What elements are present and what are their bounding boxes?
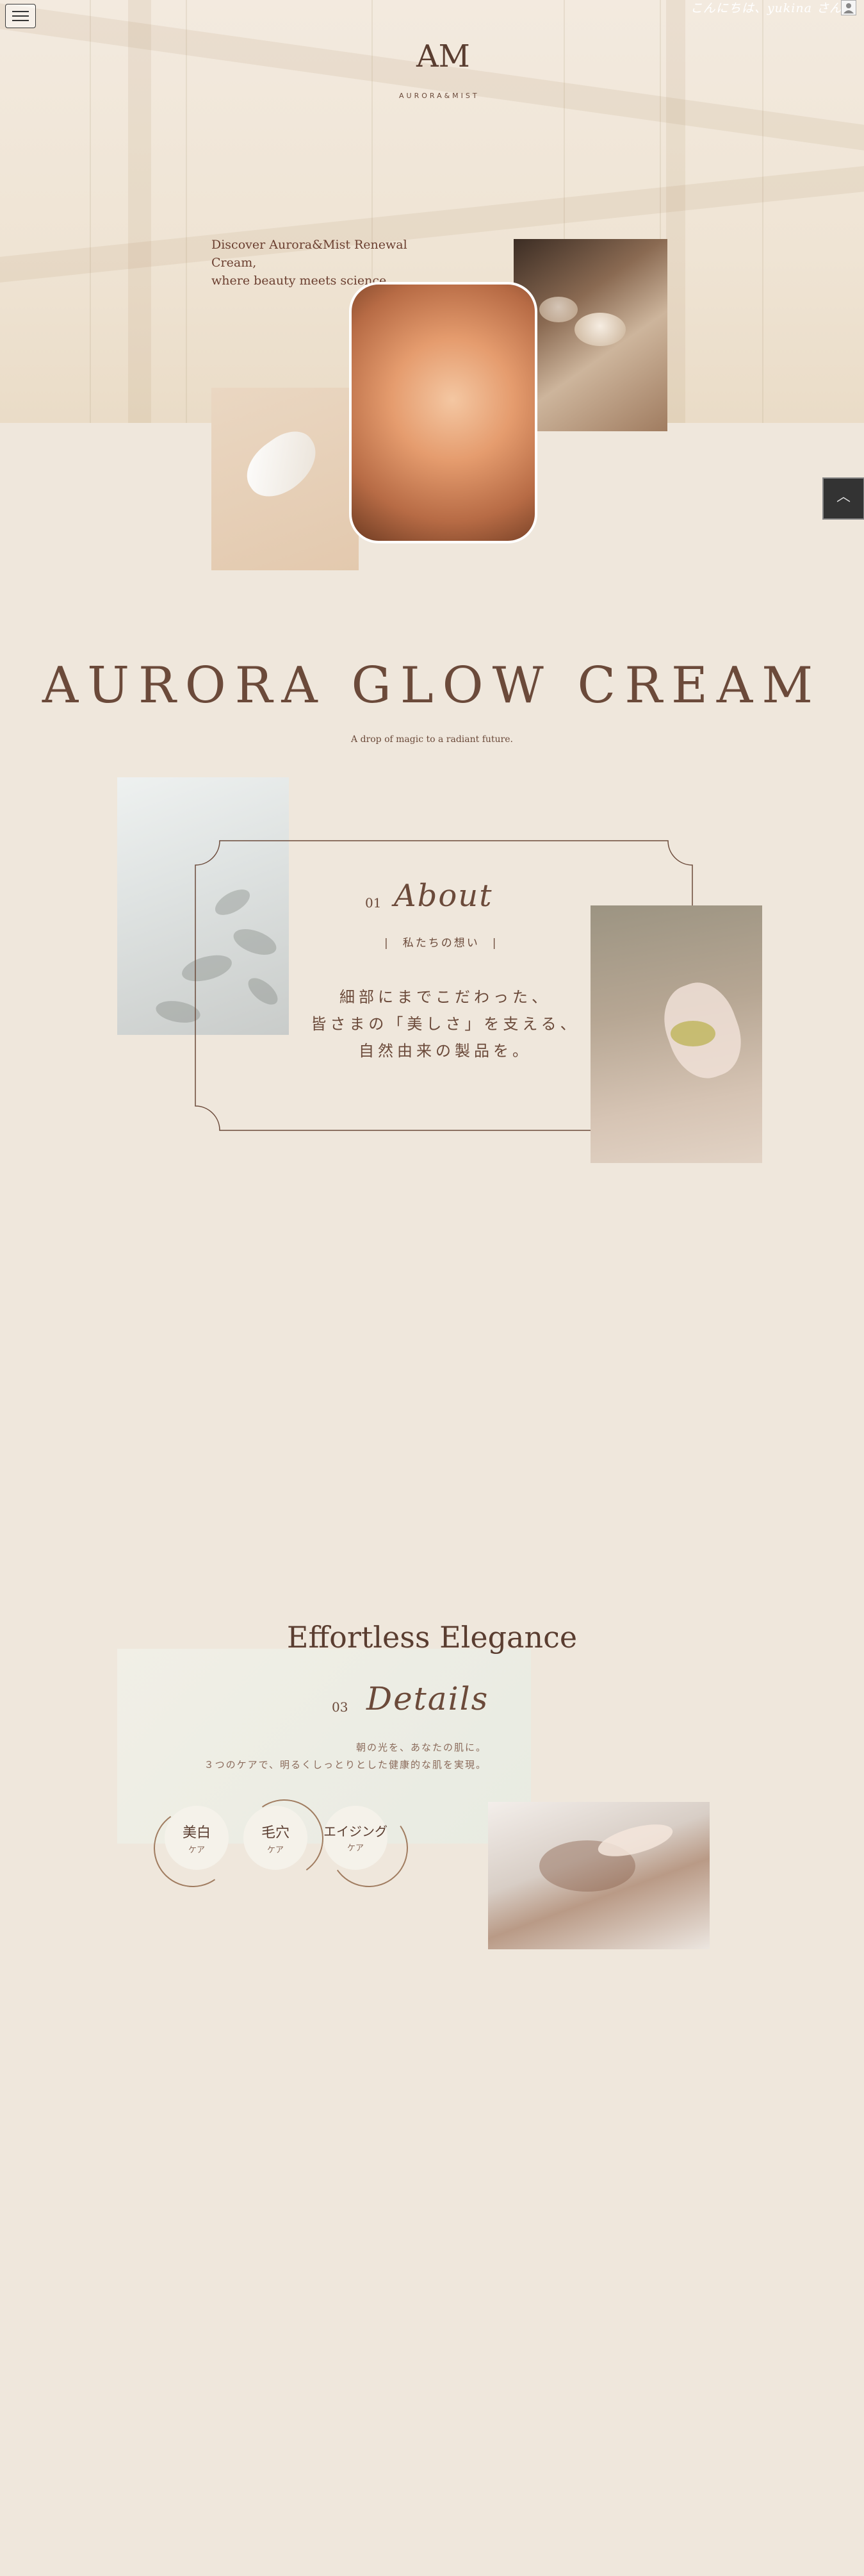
about-subtitle: | 私たちの想い | [384,937,498,950]
hamburger-icon [12,11,29,12]
hand-flower-photo [591,905,762,1163]
cream-swatch-photo [211,388,359,570]
care-sub-label: ケア [266,1845,284,1855]
logo-mark[interactable]: AM [416,38,470,74]
wood-plank [90,0,91,423]
resting-model-photo [488,1802,710,1949]
scroll-to-top-button[interactable]: ︿ [822,477,864,520]
about-body: 細部にまでこだわった、 皆さまの「美しさ」を支える、 自然由来の製品を。 [282,984,608,1064]
hamburger-icon [12,15,29,17]
flower-shape [671,1021,715,1046]
window-shadow [666,0,685,423]
care-main-label: 毛穴 [261,1825,289,1841]
window-shadow [128,0,151,423]
chevron-up-icon: ︿ [836,489,851,505]
details-body: 朝の光を、あなたの肌に。 ３つのケアで、明るくしっとりとした健康的な肌を実現。 [179,1739,487,1774]
user-greeting: こんにちは、yukina さん [690,1,842,15]
care-sub-label: ケア [188,1845,205,1855]
care-pore[interactable]: 毛穴 ケア [243,1806,307,1870]
care-sub-label: ケア [346,1844,364,1853]
wood-plank [762,0,763,423]
product-title: AURORA GLOW CREAM [42,657,822,714]
user-icon[interactable] [841,0,856,15]
details-body-line: 朝の光を、あなたの肌に。 [355,1742,487,1753]
care-main-label: 美白 [182,1825,211,1841]
about-script-title: About [394,878,493,914]
product-subtitle: A drop of magic to a radiant future. [351,734,513,745]
hamburger-icon [12,20,29,21]
cream-blob [235,421,329,508]
details-body-line: ３つのケアで、明るくしっとりとした健康的な肌を実現。 [204,1759,487,1771]
details-script-title: Details [366,1680,489,1717]
care-main-label: エイジング [323,1824,387,1839]
jar-lid [575,313,626,346]
details-number: 03 [332,1699,348,1715]
model-face-photo [349,282,537,543]
details-section-title: Effortless Elegance [286,1620,578,1655]
care-whitening[interactable]: 美白 ケア [165,1806,229,1870]
wood-plank [186,0,187,423]
hero-tagline-line1: Discover Aurora&Mist Renewal Cream, [211,238,407,270]
about-body-line: 皆さまの「美しさ」を支える、 [311,1015,580,1033]
logo-text: AURORA&MIST [399,92,480,100]
about-number: 01 [365,895,382,911]
menu-button[interactable] [5,4,36,28]
about-body-line: 自然由来の製品を。 [359,1042,532,1060]
about-body-line: 細部にまでこだわった、 [339,988,551,1006]
jar-lid [539,297,578,322]
care-aging[interactable]: エイジング ケア [323,1806,387,1870]
